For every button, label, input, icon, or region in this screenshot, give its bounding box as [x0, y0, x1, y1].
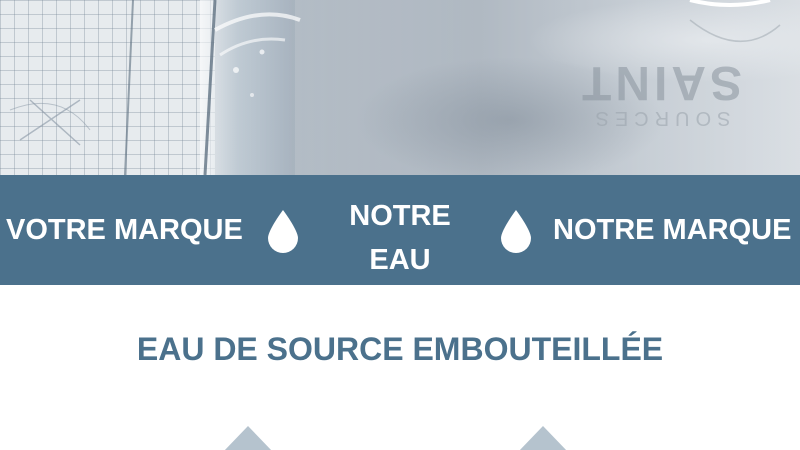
triangle-peak-icon — [518, 426, 568, 450]
water-drop-icon — [501, 210, 531, 253]
band-label-votre-marque: VOTRE MARQUE — [6, 214, 243, 246]
band-label-notre-eau: NOTRE EAU — [330, 194, 470, 282]
band-label-eau: EAU — [369, 244, 431, 276]
brand-subtitle: SOURCES — [589, 107, 731, 129]
page: SOURCES SAINT VOTRE MARQUE NOTRE EAU NOT… — [0, 0, 800, 450]
brand-logo-reflection: SOURCES SAINT — [545, 56, 775, 135]
band-label-notre: NOTRE — [349, 200, 451, 232]
triangle-peak-icon — [223, 426, 273, 450]
water-drop-icon — [268, 210, 298, 253]
brand-name: SAINT — [578, 56, 742, 109]
band-label-notre-marque: NOTRE MARQUE — [553, 214, 792, 246]
section-title: EAU DE SOURCE EMBOUTEILLÉE — [136, 331, 664, 367]
brand-comparison-band: VOTRE MARQUE NOTRE EAU NOTRE MARQUE — [0, 175, 800, 285]
hero-banner-image: SOURCES SAINT — [0, 0, 800, 175]
